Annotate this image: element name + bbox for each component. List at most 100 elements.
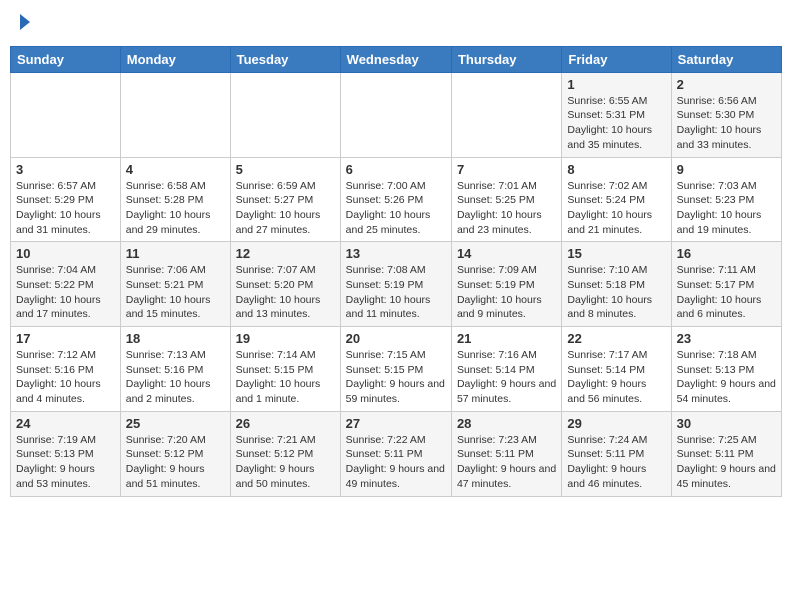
day-info: Sunrise: 7:13 AM Sunset: 5:16 PM Dayligh… (126, 348, 225, 407)
calendar-week-4: 17 Sunrise: 7:12 AM Sunset: 5:16 PM Dayli… (11, 327, 782, 412)
day-header-friday: Friday (562, 46, 671, 72)
calendar-cell: 6 Sunrise: 7:00 AM Sunset: 5:26 PM Daylig… (340, 157, 451, 242)
calendar-cell: 9 Sunrise: 7:03 AM Sunset: 5:23 PM Daylig… (671, 157, 781, 242)
day-info: Sunrise: 7:25 AM Sunset: 5:11 PM Dayligh… (677, 433, 776, 492)
day-number: 15 (567, 246, 665, 261)
day-header-thursday: Thursday (451, 46, 561, 72)
day-info: Sunrise: 7:10 AM Sunset: 5:18 PM Dayligh… (567, 263, 665, 322)
calendar-cell: 21Sunrise: 7:16 AM Sunset: 5:14 PM Dayli… (451, 327, 561, 412)
day-number: 23 (677, 331, 776, 346)
day-info: Sunrise: 7:22 AM Sunset: 5:11 PM Dayligh… (346, 433, 446, 492)
day-number: 14 (457, 246, 556, 261)
day-info: Sunrise: 7:15 AM Sunset: 5:15 PM Dayligh… (346, 348, 446, 407)
calendar-cell: 22Sunrise: 7:17 AM Sunset: 5:14 PM Dayli… (562, 327, 671, 412)
day-number: 17 (16, 331, 115, 346)
day-info: Sunrise: 7:19 AM Sunset: 5:13 PM Dayligh… (16, 433, 115, 492)
day-info: Sunrise: 7:18 AM Sunset: 5:13 PM Dayligh… (677, 348, 776, 407)
day-header-monday: Monday (120, 46, 230, 72)
calendar-cell: 13 Sunrise: 7:08 AM Sunset: 5:19 PM Dayli… (340, 242, 451, 327)
calendar-table: SundayMondayTuesdayWednesdayThursdayFrid… (10, 46, 782, 497)
day-info: Sunrise: 6:58 AM Sunset: 5:28 PM Dayligh… (126, 179, 225, 238)
day-info: Sunrise: 7:03 AM Sunset: 5:23 PM Dayligh… (677, 179, 776, 238)
day-number: 3 (16, 162, 115, 177)
logo (18, 14, 30, 34)
day-number: 11 (126, 246, 225, 261)
calendar-cell (120, 72, 230, 157)
calendar-cell: 27 Sunrise: 7:22 AM Sunset: 5:11 PM Dayli… (340, 411, 451, 496)
day-info: Sunrise: 7:21 AM Sunset: 5:12 PM Dayligh… (236, 433, 335, 492)
calendar-cell: 4 Sunrise: 6:58 AM Sunset: 5:28 PM Daylig… (120, 157, 230, 242)
day-header-saturday: Saturday (671, 46, 781, 72)
calendar-cell: 26 Sunrise: 7:21 AM Sunset: 5:12 PM Dayli… (230, 411, 340, 496)
day-info: Sunrise: 7:11 AM Sunset: 5:17 PM Dayligh… (677, 263, 776, 322)
day-header-tuesday: Tuesday (230, 46, 340, 72)
day-info: Sunrise: 7:14 AM Sunset: 5:15 PM Dayligh… (236, 348, 335, 407)
day-number: 10 (16, 246, 115, 261)
page-header (10, 10, 782, 38)
day-info: Sunrise: 7:17 AM Sunset: 5:14 PM Dayligh… (567, 348, 665, 407)
calendar-cell: 15 Sunrise: 7:10 AM Sunset: 5:18 PM Dayli… (562, 242, 671, 327)
day-info: Sunrise: 7:23 AM Sunset: 5:11 PM Dayligh… (457, 433, 556, 492)
calendar-cell: 8 Sunrise: 7:02 AM Sunset: 5:24 PM Daylig… (562, 157, 671, 242)
day-number: 26 (236, 416, 335, 431)
day-number: 13 (346, 246, 446, 261)
day-number: 21 (457, 331, 556, 346)
day-number: 24 (16, 416, 115, 431)
calendar-cell: 23 Sunrise: 7:18 AM Sunset: 5:13 PM Dayli… (671, 327, 781, 412)
calendar-week-3: 10Sunrise: 7:04 AM Sunset: 5:22 PM Dayli… (11, 242, 782, 327)
calendar-cell: 30 Sunrise: 7:25 AM Sunset: 5:11 PM Dayli… (671, 411, 781, 496)
day-header-wednesday: Wednesday (340, 46, 451, 72)
calendar-cell (451, 72, 561, 157)
calendar-cell (11, 72, 121, 157)
day-number: 27 (346, 416, 446, 431)
calendar-cell: 19Sunrise: 7:14 AM Sunset: 5:15 PM Dayli… (230, 327, 340, 412)
day-number: 18 (126, 331, 225, 346)
calendar-week-5: 24 Sunrise: 7:19 AM Sunset: 5:13 PM Dayli… (11, 411, 782, 496)
day-number: 29 (567, 416, 665, 431)
day-info: Sunrise: 7:02 AM Sunset: 5:24 PM Dayligh… (567, 179, 665, 238)
logo-arrow-icon (20, 14, 30, 30)
day-number: 20 (346, 331, 446, 346)
day-info: Sunrise: 7:20 AM Sunset: 5:12 PM Dayligh… (126, 433, 225, 492)
calendar-body: 1 Sunrise: 6:55 AM Sunset: 5:31 PM Daylig… (11, 72, 782, 496)
day-info: Sunrise: 7:06 AM Sunset: 5:21 PM Dayligh… (126, 263, 225, 322)
day-number: 7 (457, 162, 556, 177)
day-info: Sunrise: 6:59 AM Sunset: 5:27 PM Dayligh… (236, 179, 335, 238)
day-info: Sunrise: 6:57 AM Sunset: 5:29 PM Dayligh… (16, 179, 115, 238)
day-number: 9 (677, 162, 776, 177)
calendar-cell: 5 Sunrise: 6:59 AM Sunset: 5:27 PM Daylig… (230, 157, 340, 242)
calendar-cell: 18 Sunrise: 7:13 AM Sunset: 5:16 PM Dayli… (120, 327, 230, 412)
calendar-cell: 7Sunrise: 7:01 AM Sunset: 5:25 PM Daylig… (451, 157, 561, 242)
day-header-sunday: Sunday (11, 46, 121, 72)
day-info: Sunrise: 6:55 AM Sunset: 5:31 PM Dayligh… (567, 94, 665, 153)
day-number: 4 (126, 162, 225, 177)
calendar-week-2: 3 Sunrise: 6:57 AM Sunset: 5:29 PM Daylig… (11, 157, 782, 242)
calendar-header: SundayMondayTuesdayWednesdayThursdayFrid… (11, 46, 782, 72)
calendar-cell: 14Sunrise: 7:09 AM Sunset: 5:19 PM Dayli… (451, 242, 561, 327)
day-info: Sunrise: 7:24 AM Sunset: 5:11 PM Dayligh… (567, 433, 665, 492)
day-number: 5 (236, 162, 335, 177)
day-info: Sunrise: 7:08 AM Sunset: 5:19 PM Dayligh… (346, 263, 446, 322)
day-number: 8 (567, 162, 665, 177)
calendar-cell: 24 Sunrise: 7:19 AM Sunset: 5:13 PM Dayli… (11, 411, 121, 496)
day-info: Sunrise: 7:07 AM Sunset: 5:20 PM Dayligh… (236, 263, 335, 322)
calendar-cell: 1 Sunrise: 6:55 AM Sunset: 5:31 PM Daylig… (562, 72, 671, 157)
day-number: 16 (677, 246, 776, 261)
calendar-cell: 16 Sunrise: 7:11 AM Sunset: 5:17 PM Dayli… (671, 242, 781, 327)
calendar-cell: 25 Sunrise: 7:20 AM Sunset: 5:12 PM Dayli… (120, 411, 230, 496)
day-number: 25 (126, 416, 225, 431)
calendar-cell (340, 72, 451, 157)
day-number: 2 (677, 77, 776, 92)
day-number: 1 (567, 77, 665, 92)
day-number: 12 (236, 246, 335, 261)
calendar-cell: 20 Sunrise: 7:15 AM Sunset: 5:15 PM Dayli… (340, 327, 451, 412)
calendar-cell: 2 Sunrise: 6:56 AM Sunset: 5:30 PM Daylig… (671, 72, 781, 157)
day-number: 6 (346, 162, 446, 177)
day-number: 30 (677, 416, 776, 431)
day-info: Sunrise: 7:00 AM Sunset: 5:26 PM Dayligh… (346, 179, 446, 238)
calendar-cell: 12 Sunrise: 7:07 AM Sunset: 5:20 PM Dayli… (230, 242, 340, 327)
calendar-cell (230, 72, 340, 157)
calendar-week-1: 1 Sunrise: 6:55 AM Sunset: 5:31 PM Daylig… (11, 72, 782, 157)
day-info: Sunrise: 6:56 AM Sunset: 5:30 PM Dayligh… (677, 94, 776, 153)
day-info: Sunrise: 7:12 AM Sunset: 5:16 PM Dayligh… (16, 348, 115, 407)
